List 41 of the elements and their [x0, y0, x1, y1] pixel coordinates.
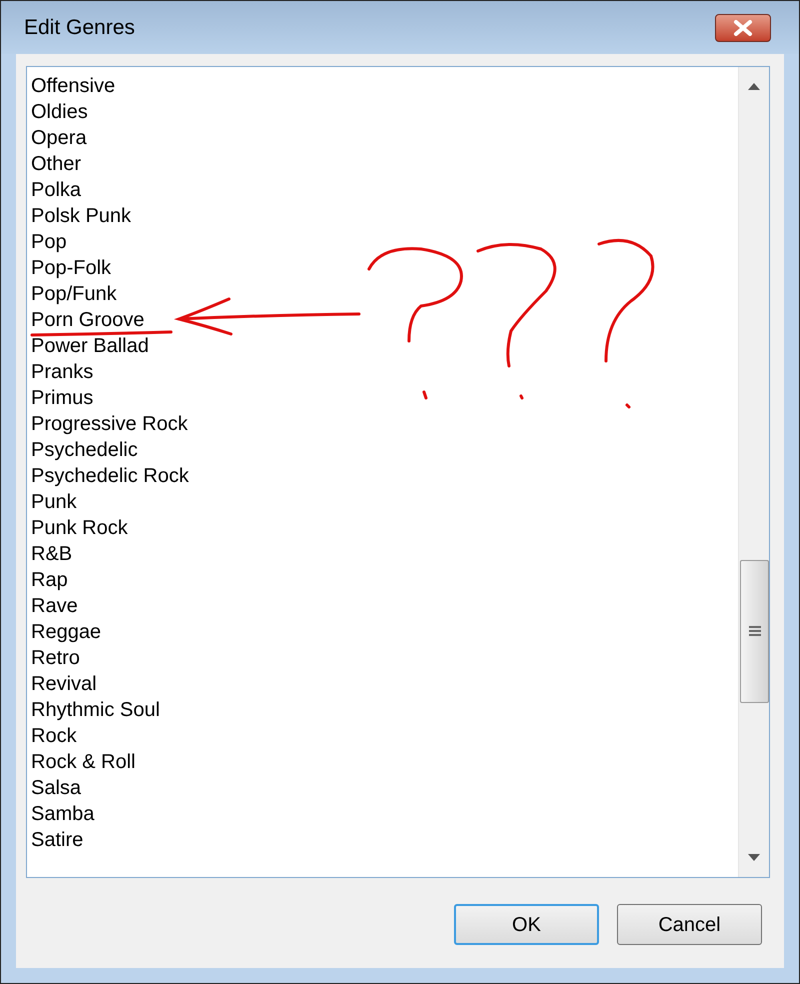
- window-title: Edit Genres: [24, 14, 135, 41]
- list-item[interactable]: Offensive: [31, 73, 116, 99]
- list-item[interactable]: Rap: [31, 567, 68, 593]
- list-item[interactable]: R&B: [31, 541, 72, 567]
- list-item[interactable]: Punk: [31, 489, 77, 515]
- list-item[interactable]: Revival: [31, 671, 97, 697]
- list-item[interactable]: Reggae: [31, 619, 102, 645]
- list-item[interactable]: Oldies: [31, 99, 88, 125]
- genre-list[interactable]: [26, 66, 770, 878]
- list-item[interactable]: Retro: [31, 645, 80, 671]
- list-item[interactable]: Salsa: [31, 775, 82, 801]
- list-item[interactable]: Rock: [31, 723, 77, 749]
- list-item[interactable]: Pranks: [31, 359, 94, 385]
- close-button[interactable]: [715, 14, 771, 42]
- scroll-thumb[interactable]: [740, 560, 769, 703]
- list-item[interactable]: Rock & Roll: [31, 749, 136, 775]
- list-item[interactable]: Power Ballad: [31, 333, 149, 359]
- list-item[interactable]: Pop: [31, 229, 67, 255]
- grip-icon: [748, 624, 762, 638]
- scroll-down-icon[interactable]: [748, 854, 760, 861]
- list-item[interactable]: Progressive Rock: [31, 411, 188, 437]
- list-item[interactable]: Rhythmic Soul: [31, 697, 160, 723]
- list-item[interactable]: Psychedelic: [31, 437, 138, 463]
- list-item[interactable]: Satire: [31, 827, 84, 853]
- list-item[interactable]: Rave: [31, 593, 78, 619]
- list-item[interactable]: Polsk Punk: [31, 203, 132, 229]
- list-item[interactable]: Other: [31, 151, 82, 177]
- list-item[interactable]: Punk Rock: [31, 515, 128, 541]
- dialog-button[interactable]: Cancel: [617, 904, 762, 945]
- list-item[interactable]: Porn Groove: [31, 307, 144, 333]
- close-icon: [732, 20, 754, 36]
- list-item[interactable]: Polka: [31, 177, 82, 203]
- scrollbar[interactable]: [738, 67, 769, 877]
- list-item[interactable]: Primus: [31, 385, 94, 411]
- list-item[interactable]: Psychedelic Rock: [31, 463, 189, 489]
- dialog-button[interactable]: OK: [454, 904, 599, 945]
- list-item[interactable]: Opera: [31, 125, 87, 151]
- scroll-up-icon[interactable]: [748, 83, 760, 90]
- list-item[interactable]: Samba: [31, 801, 94, 827]
- list-item[interactable]: Pop/Funk: [31, 281, 117, 307]
- list-item[interactable]: Pop-Folk: [31, 255, 112, 281]
